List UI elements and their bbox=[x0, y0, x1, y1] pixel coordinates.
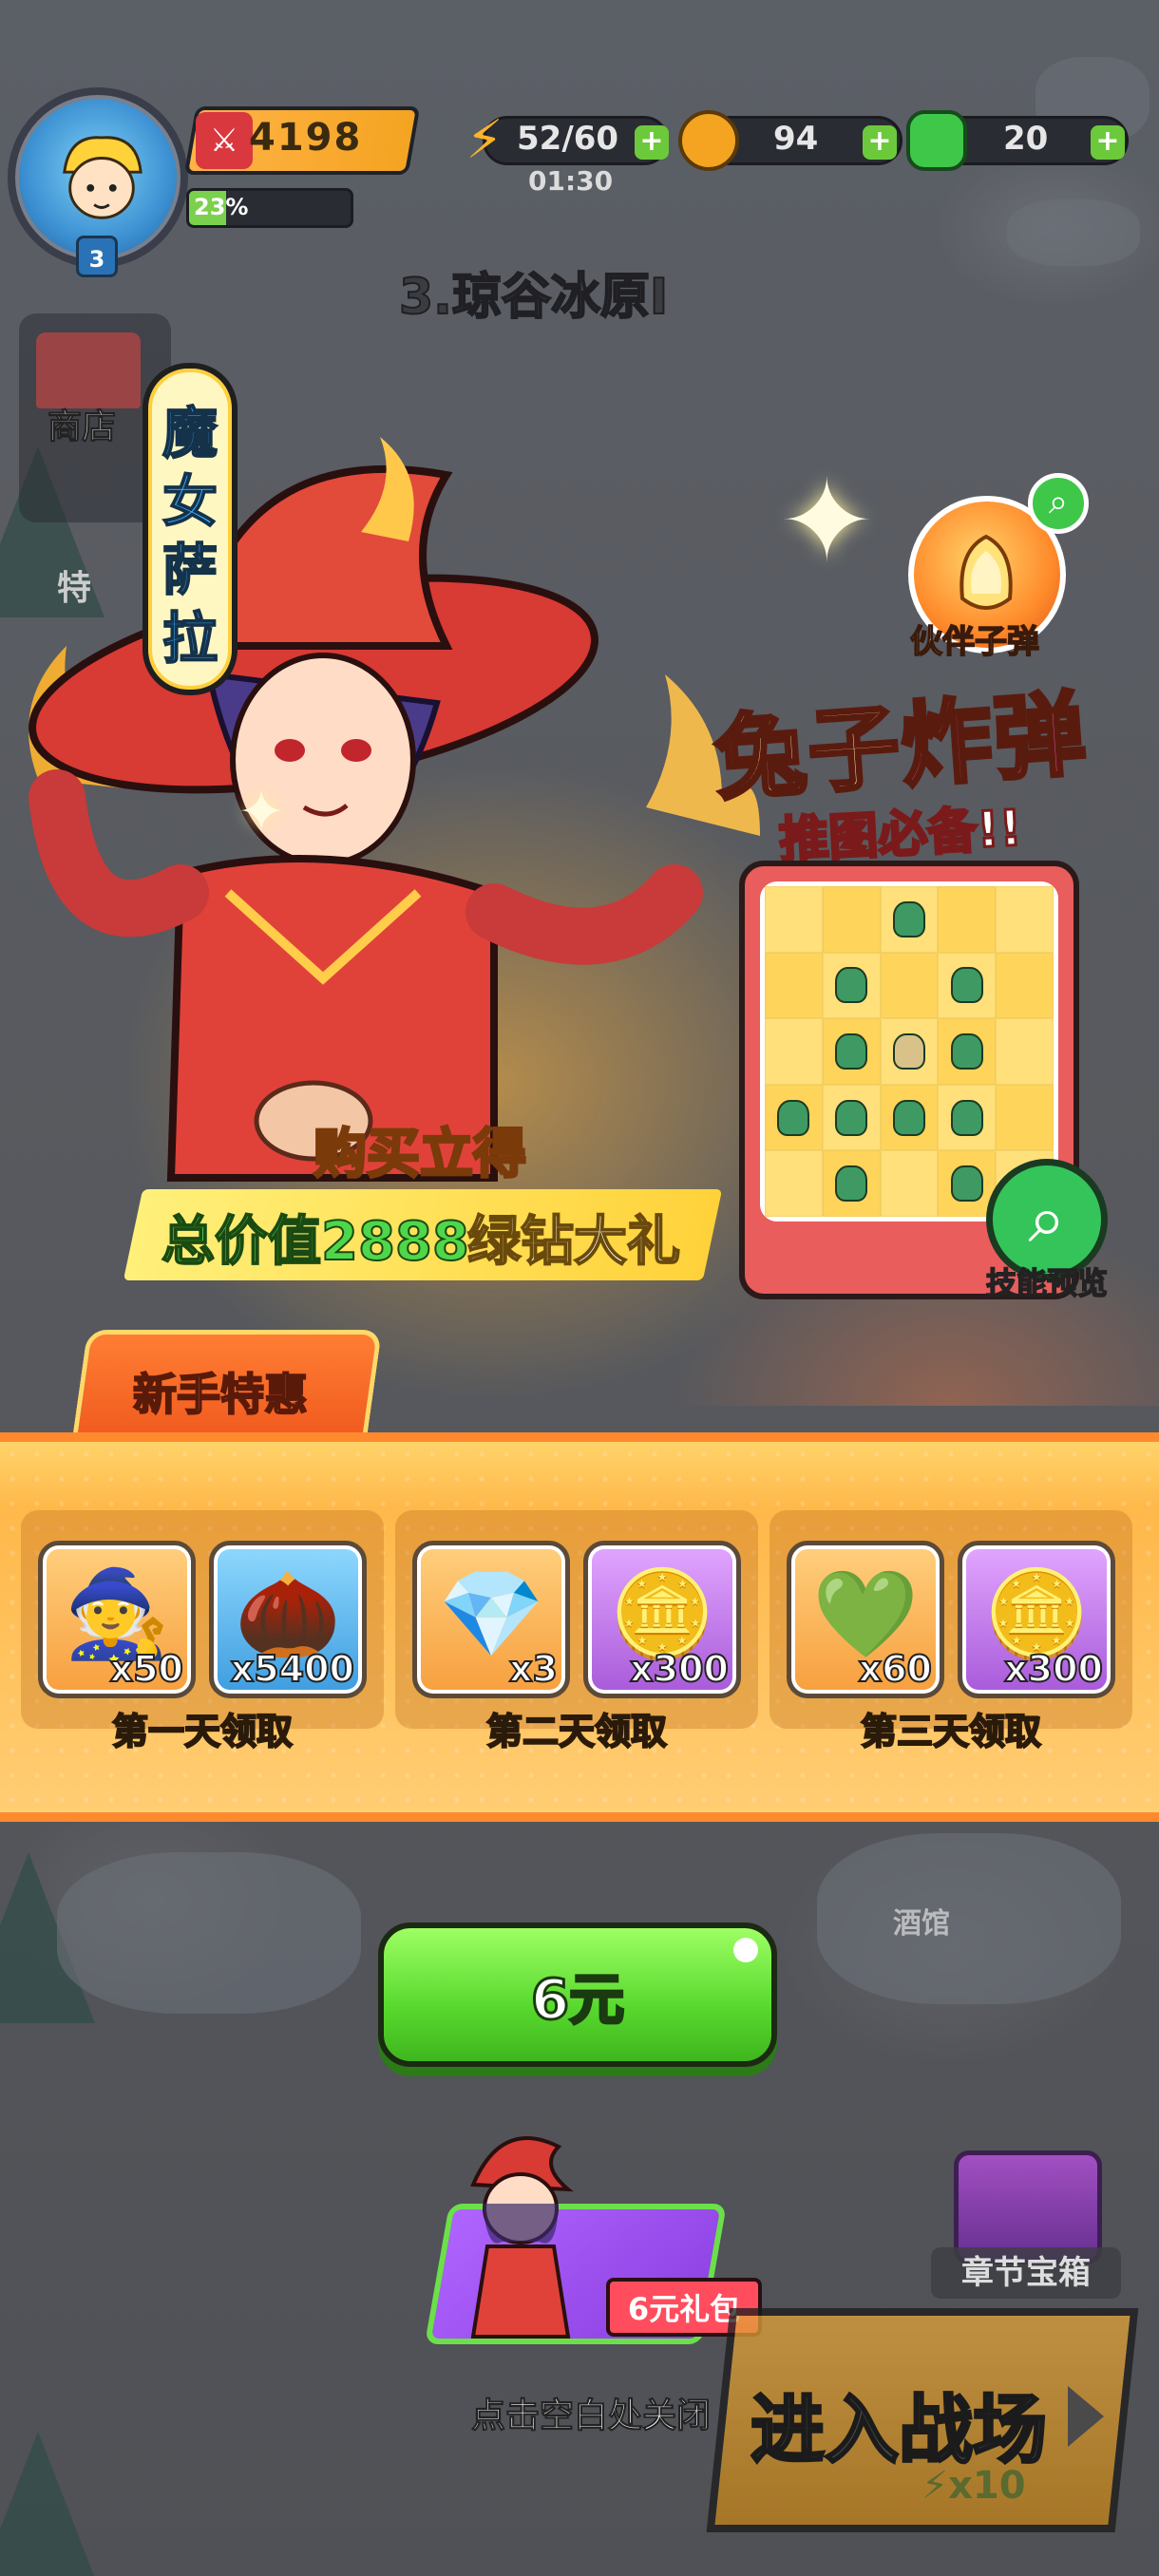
bomb-subtitle: 推图必备!! bbox=[776, 799, 1024, 871]
goblin-enemy-icon bbox=[835, 1165, 868, 1203]
grid-cell bbox=[938, 1084, 997, 1151]
grid-cell bbox=[938, 886, 997, 953]
add-coins-button[interactable]: + bbox=[863, 125, 897, 160]
goblin-enemy-icon bbox=[777, 1099, 810, 1136]
green-gem-icon bbox=[906, 110, 967, 171]
reward-quantity: x50 bbox=[109, 1647, 184, 1691]
reward-item-card[interactable]: 🌰 x5400 bbox=[209, 1541, 367, 1698]
buy-now-label: 购买立得 bbox=[313, 1123, 528, 1187]
goblin-enemy-icon bbox=[950, 1032, 983, 1070]
battle-energy-cost: ⚡x10 bbox=[922, 2464, 1026, 2508]
total-value-text: 总价值2888 bbox=[161, 1210, 470, 1274]
partner-bullet-label: 伙伴子弹 bbox=[909, 622, 1040, 662]
goblin-enemy-icon bbox=[950, 1165, 983, 1203]
witch-sara-illustration bbox=[28, 437, 760, 1182]
reward-quantity: x300 bbox=[629, 1647, 730, 1691]
grid-cell bbox=[880, 886, 939, 953]
goblin-enemy-icon bbox=[835, 1032, 868, 1070]
sparkle-icon: ✦ bbox=[779, 456, 875, 588]
reward-item-card[interactable]: 🪙 x300 bbox=[958, 1541, 1115, 1698]
rock-decoration bbox=[1007, 199, 1140, 266]
combat-power-value: 4198 bbox=[249, 116, 363, 160]
stage-title: 3.琼谷冰原I bbox=[398, 268, 669, 327]
gem-value: 20 bbox=[1003, 120, 1049, 158]
lightning-icon: ⚡ bbox=[466, 109, 504, 171]
hero-name-char: 拉 bbox=[162, 605, 218, 672]
exp-percent-text: 23% bbox=[194, 194, 249, 220]
sparkle-icon: ✦ bbox=[238, 779, 286, 845]
goblin-enemy-icon bbox=[835, 1099, 868, 1136]
battle-cost-value: x10 bbox=[948, 2464, 1026, 2508]
workshop-building bbox=[57, 1852, 361, 2014]
grid-cell bbox=[822, 886, 881, 953]
reward-quantity: x5400 bbox=[230, 1647, 355, 1691]
grid-cell bbox=[996, 952, 1054, 1019]
button-shine bbox=[733, 1938, 758, 1962]
grid-cell bbox=[996, 1084, 1054, 1151]
crossed-swords-icon: ⚔ bbox=[196, 112, 253, 169]
coin-value: 94 bbox=[773, 120, 819, 158]
goblin-enemy-icon bbox=[950, 1099, 983, 1136]
grid-cell bbox=[822, 1150, 881, 1217]
tavern-building bbox=[817, 1833, 1121, 2004]
grid-cell bbox=[938, 1018, 997, 1085]
player-level-badge: 3 bbox=[76, 236, 118, 277]
skill-preview-label: 技能预览 bbox=[985, 1264, 1109, 1302]
gift-pack-text: 绿钻大礼 bbox=[466, 1210, 681, 1274]
reward-item-card[interactable]: 🧙 x50 bbox=[38, 1541, 196, 1698]
rabbit-bomb-icon bbox=[960, 534, 1013, 610]
grid-cell bbox=[822, 952, 881, 1019]
grid-cell bbox=[880, 1084, 939, 1151]
hero-portrait-icon bbox=[63, 136, 142, 219]
grid-cell bbox=[938, 952, 997, 1019]
grid-cell bbox=[822, 1084, 881, 1151]
play-arrow-icon bbox=[1068, 2386, 1104, 2447]
grid-cell bbox=[822, 1018, 881, 1085]
hero-name-char: 魔 bbox=[162, 400, 218, 466]
day-2-label: 第二天领取 bbox=[485, 1710, 668, 1753]
reward-quantity: x60 bbox=[858, 1647, 933, 1691]
reward-quantity: x3 bbox=[508, 1647, 559, 1691]
reward-item-card[interactable]: 💎 x3 bbox=[412, 1541, 570, 1698]
hero-name-char: 女 bbox=[162, 468, 218, 535]
add-gems-button[interactable]: + bbox=[1091, 125, 1125, 160]
game-screen: 酒馆 3 ⚔ 4198 23% ⚡ 52/60 + 01:30 94 + 20 … bbox=[0, 0, 1159, 2576]
grid-cell bbox=[880, 952, 939, 1019]
reward-quantity: x300 bbox=[1003, 1647, 1104, 1691]
enter-battle-label: 进入战场 bbox=[749, 2387, 1048, 2475]
skeleton-enemy-icon bbox=[892, 1032, 925, 1070]
day-3-label: 第三天领取 bbox=[860, 1710, 1042, 1753]
day-1-label: 第一天领取 bbox=[111, 1710, 294, 1753]
grid-cell bbox=[996, 886, 1054, 953]
tavern-label: 酒馆 bbox=[893, 1907, 950, 1941]
tree-decoration bbox=[0, 2432, 104, 2576]
grid-cell bbox=[880, 1150, 939, 1217]
buy-price-label[interactable]: 6元 bbox=[378, 1955, 777, 2035]
goblin-enemy-icon bbox=[892, 1099, 925, 1136]
goblin-enemy-icon bbox=[835, 967, 868, 1004]
goblin-enemy-icon bbox=[892, 900, 925, 938]
partner-zoom-button[interactable]: ⌕ bbox=[1028, 473, 1089, 534]
goblin-enemy-icon bbox=[950, 967, 983, 1004]
hero-name-char: 萨 bbox=[162, 537, 218, 603]
newbie-offer-tab-label: 新手特惠 bbox=[132, 1368, 309, 1421]
grid-cell bbox=[880, 1018, 939, 1085]
add-energy-button[interactable]: + bbox=[635, 125, 669, 160]
grid-cell bbox=[765, 952, 823, 1019]
reward-item-card[interactable]: 🪙 x300 bbox=[583, 1541, 741, 1698]
witch-chibi-icon bbox=[470, 2136, 574, 2339]
gold-coin-icon bbox=[678, 110, 739, 171]
grid-cell bbox=[765, 1150, 823, 1217]
bomb-title-accent: 炸弹 bbox=[896, 678, 1092, 801]
energy-timer: 01:30 bbox=[528, 165, 614, 197]
grid-cell bbox=[765, 1018, 823, 1085]
grid-cell bbox=[765, 1084, 823, 1151]
chapter-chest-label: 章节宝箱 bbox=[931, 2247, 1121, 2299]
grid-cell bbox=[996, 1018, 1054, 1085]
energy-value: 52/60 bbox=[517, 120, 619, 158]
grid-cell bbox=[765, 886, 823, 953]
hero-name: 魔 女 萨 拉 bbox=[152, 399, 228, 672]
reward-item-card[interactable]: 💚 x60 bbox=[787, 1541, 944, 1698]
